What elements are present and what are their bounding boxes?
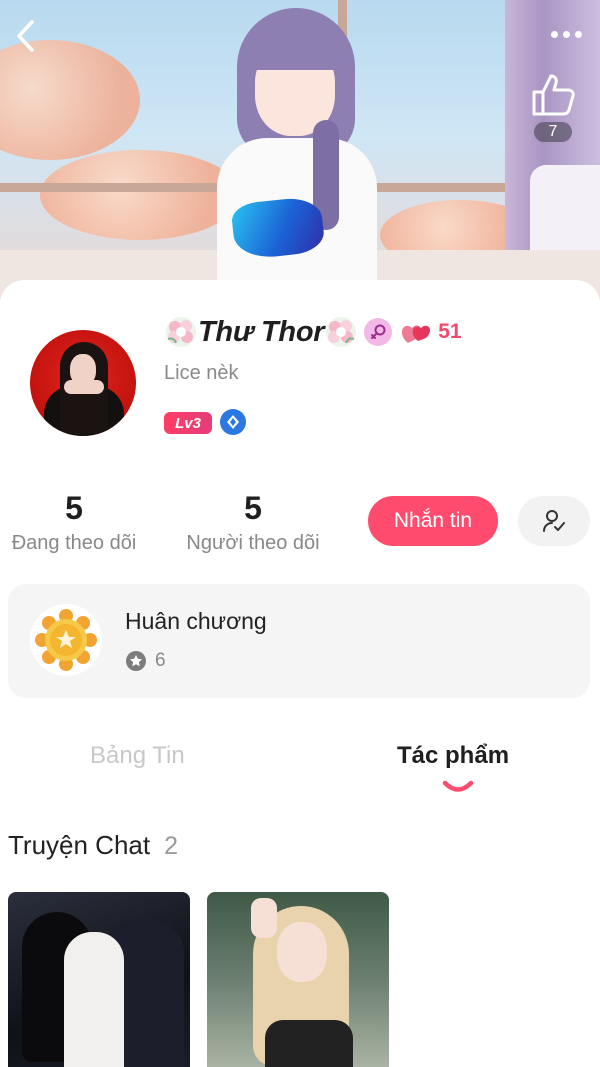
story-card[interactable]	[207, 892, 389, 1067]
medals-card[interactable]: Huân chương 6	[8, 584, 590, 698]
dot-icon	[562, 30, 570, 38]
like-button[interactable]: 7	[528, 72, 578, 148]
heart-count: 51	[438, 320, 462, 343]
followers-stat[interactable]: 5 Người theo dõi	[178, 488, 328, 555]
section-title: Truyện Chat	[8, 830, 151, 860]
back-button[interactable]	[8, 16, 42, 56]
flower-icon	[326, 317, 357, 347]
tab-works[interactable]: Tác phẩm	[397, 742, 509, 770]
story-card[interactable]	[8, 892, 190, 1067]
profile-name: Thư Thor	[198, 315, 325, 348]
dot-icon	[574, 30, 582, 38]
followers-count: 5	[244, 490, 262, 526]
dot-icon	[550, 30, 558, 38]
follow-button[interactable]	[518, 496, 590, 546]
message-button[interactable]: Nhắn tin	[368, 496, 498, 546]
flower-icon	[166, 317, 196, 347]
star-circle-icon	[126, 651, 146, 671]
profile-cover-image	[0, 0, 600, 300]
more-options-button[interactable]	[544, 22, 588, 46]
tab-active-indicator	[442, 780, 474, 792]
medals-title: Huân chương	[125, 608, 267, 634]
profile-name-row: Thư Thor 51	[164, 314, 462, 350]
cover-cloud	[0, 40, 140, 160]
level-badge: Lv3	[164, 412, 212, 434]
medals-count-row: 6	[125, 650, 166, 672]
section-header: Truyện Chat 2	[8, 830, 178, 861]
profile-bio: Lice nèk	[164, 362, 239, 384]
chevron-left-icon	[17, 20, 34, 52]
medal-icon	[30, 604, 102, 676]
following-stat[interactable]: 5 Đang theo dõi	[4, 488, 144, 555]
like-count: 7	[534, 122, 572, 142]
thumbs-up-icon	[532, 74, 575, 116]
followers-label: Người theo dõi	[186, 532, 320, 554]
tab-feed[interactable]: Bảng Tin	[90, 742, 185, 770]
hearts-icon	[402, 325, 431, 343]
cover-character	[175, 0, 395, 290]
section-count: 2	[164, 832, 179, 860]
female-gender-icon	[364, 318, 393, 346]
user-check-icon	[543, 510, 565, 532]
following-count: 5	[65, 490, 83, 526]
following-label: Đang theo dõi	[11, 532, 137, 554]
avatar[interactable]	[30, 330, 136, 436]
diamond-badge-icon	[220, 409, 246, 435]
medals-count: 6	[155, 650, 166, 671]
